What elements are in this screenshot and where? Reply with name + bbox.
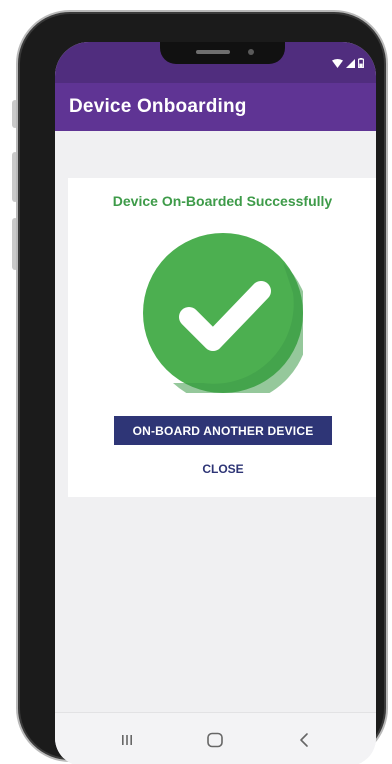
back-button[interactable] bbox=[284, 722, 324, 758]
success-message: Device On-Boarded Successfully bbox=[112, 193, 333, 209]
app-bar: Device Onboarding bbox=[55, 83, 376, 131]
device-mockup: Device Onboarding Device On-Boarded Succ… bbox=[0, 0, 392, 764]
phone-frame: Device Onboarding Device On-Boarded Succ… bbox=[16, 10, 388, 764]
home-button[interactable] bbox=[195, 722, 235, 758]
page-title: Device Onboarding bbox=[69, 96, 247, 117]
cellular-signal-icon bbox=[346, 58, 355, 68]
phone-screen: Device Onboarding Device On-Boarded Succ… bbox=[55, 42, 376, 764]
wifi-icon bbox=[332, 58, 343, 68]
main-content: Device On-Boarded Successfully ON-BOARD … bbox=[55, 131, 376, 711]
home-icon bbox=[207, 732, 224, 747]
speaker-grille bbox=[196, 50, 230, 54]
onboard-another-device-button[interactable]: ON-BOARD ANOTHER DEVICE bbox=[114, 416, 332, 445]
back-icon bbox=[300, 732, 308, 747]
status-bar bbox=[55, 42, 376, 83]
camera-notch bbox=[160, 42, 285, 64]
system-navigation-bar bbox=[55, 712, 376, 764]
recent-apps-button[interactable] bbox=[107, 722, 147, 758]
front-camera bbox=[248, 49, 254, 55]
status-icons bbox=[332, 58, 364, 68]
check-circle-icon bbox=[143, 233, 303, 393]
close-button[interactable]: CLOSE bbox=[168, 458, 278, 480]
battery-icon bbox=[358, 58, 364, 68]
recent-apps-icon bbox=[122, 734, 133, 745]
onboarding-result-card: Device On-Boarded Successfully ON-BOARD … bbox=[68, 178, 376, 497]
